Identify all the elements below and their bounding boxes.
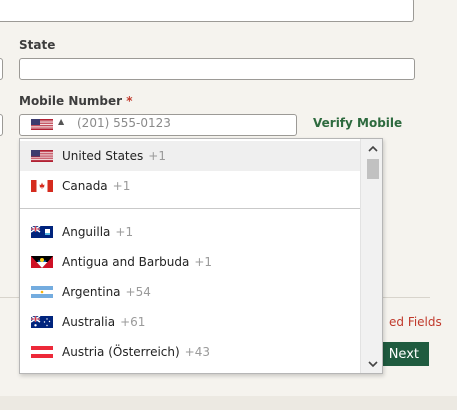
required-asterisk: * — [126, 94, 133, 108]
country-option-label: United States +1 — [62, 149, 166, 163]
country-option-label: Argentina +54 — [62, 285, 151, 299]
dial-code: +1 — [194, 255, 213, 269]
scroll-down-arrow-icon[interactable] — [365, 356, 381, 372]
dial-code: +1 — [112, 179, 131, 193]
country-option-label: Australia +61 — [62, 315, 145, 329]
country-option-austria[interactable]: Austria (Österreich) +43 — [20, 337, 360, 367]
country-name: Austria (Österreich) — [62, 345, 180, 359]
australia-flag-icon — [31, 316, 53, 328]
dropdown-scrollbar[interactable] — [360, 139, 382, 373]
state-input[interactable] — [19, 58, 415, 80]
argentina-flag-icon — [31, 286, 53, 298]
phone-placeholder: (201) 555-0123 — [77, 116, 171, 130]
country-option-united-states[interactable]: United States +1 — [20, 141, 360, 171]
page-footer-strip — [0, 396, 457, 410]
antigua-flag-icon — [31, 256, 53, 268]
mobile-label-text: Mobile Number — [19, 94, 123, 108]
anguilla-flag-icon — [31, 226, 53, 238]
dial-code: +43 — [184, 345, 210, 359]
country-option-antigua-and-barbuda[interactable]: Antigua and Barbuda +1 — [20, 247, 360, 277]
country-option-label: Antigua and Barbuda +1 — [62, 255, 212, 269]
country-option-australia[interactable]: Australia +61 — [20, 307, 360, 337]
left-field-edge-2[interactable] — [0, 114, 3, 136]
mobile-number-label: Mobile Number * — [19, 94, 133, 108]
preferred-countries-divider — [20, 208, 360, 209]
us-flag-icon — [31, 150, 53, 162]
country-option-anguilla[interactable]: Anguilla +1 — [20, 217, 360, 247]
scroll-up-arrow-icon[interactable] — [365, 140, 381, 156]
country-option-label: Canada +1 — [62, 179, 130, 193]
dial-code: +1 — [148, 149, 166, 163]
next-button[interactable]: Next — [381, 342, 429, 366]
country-option-canada[interactable]: Canada +1 — [20, 171, 360, 201]
country-option-label: Anguilla +1 — [62, 225, 133, 239]
mobile-number-input[interactable]: ▲ (201) 555-0123 — [19, 114, 297, 136]
top-text-field[interactable] — [0, 0, 414, 22]
scrollbar-thumb[interactable] — [367, 159, 379, 179]
country-option-argentina[interactable]: Argentina +54 — [20, 277, 360, 307]
country-name: Australia — [62, 315, 116, 329]
verify-mobile-link[interactable]: Verify Mobile — [313, 116, 402, 130]
country-dropdown[interactable]: United States +1 Canada +1 Anguilla +1 A… — [19, 138, 383, 374]
country-name: Argentina — [62, 285, 121, 299]
dial-code: +1 — [115, 225, 134, 239]
dial-code: +54 — [125, 285, 151, 299]
country-name: United States — [62, 149, 144, 163]
state-label: State — [19, 38, 56, 52]
required-fields-note: ed Fields — [389, 315, 442, 329]
caret-up-icon[interactable]: ▲ — [58, 117, 64, 126]
left-field-edge[interactable] — [0, 58, 3, 80]
country-name: Anguilla — [62, 225, 111, 239]
canada-flag-icon — [31, 180, 53, 192]
country-name: Antigua and Barbuda — [62, 255, 190, 269]
country-name: Canada — [62, 179, 108, 193]
us-flag-icon[interactable] — [31, 119, 53, 130]
austria-flag-icon — [31, 346, 53, 358]
country-option-label: Austria (Österreich) +43 — [62, 345, 210, 359]
dial-code: +61 — [120, 315, 146, 329]
